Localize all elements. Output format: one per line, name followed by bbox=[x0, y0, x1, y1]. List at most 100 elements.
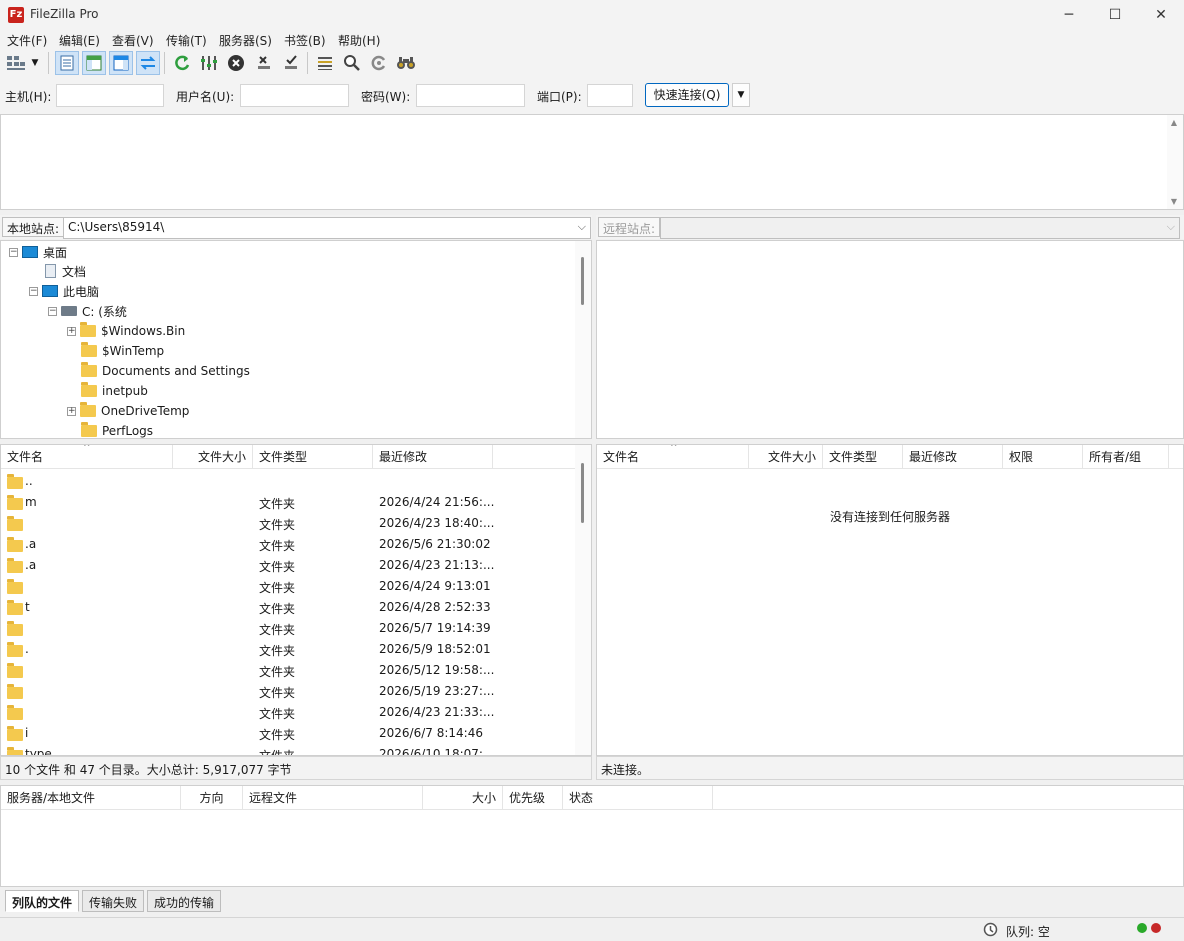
table-row[interactable]: type 文件夹 2026/6/10 18:07:... bbox=[1, 744, 576, 755]
table-row[interactable]: 文件夹 2026/5/19 23:27:... bbox=[1, 681, 576, 702]
local-file-list[interactable]: 文件名 ^ 文件大小 文件类型 最近修改 .. m 文件夹 2026/4/24 21:… bbox=[0, 444, 592, 756]
column-server-local-file[interactable]: 服务器/本地文件 bbox=[1, 786, 181, 810]
quickconnect-button[interactable]: 快速连接(Q) bbox=[645, 83, 729, 107]
reconnect-icon[interactable] bbox=[279, 51, 303, 75]
tree-item-folder[interactable]: inetpub bbox=[81, 381, 148, 401]
scroll-down-icon[interactable]: ▼ bbox=[1167, 197, 1181, 206]
menu-transfer[interactable]: 传输(T) bbox=[166, 32, 207, 49]
tree-item-documents[interactable]: 文档 bbox=[43, 261, 86, 281]
column-modified[interactable]: 最近修改 bbox=[903, 445, 1003, 469]
file-type: 文件夹 bbox=[259, 539, 296, 553]
local-tree-scrollbar[interactable] bbox=[575, 241, 591, 438]
folder-icon bbox=[80, 402, 96, 417]
table-row[interactable]: 文件夹 2026/4/23 18:40:... bbox=[1, 513, 576, 534]
path-dropdown-icon[interactable]: ⌵ bbox=[578, 220, 586, 234]
quickconnect-history-dropdown-icon[interactable]: ▼ bbox=[732, 83, 750, 107]
message-log-scrollbar[interactable]: ▲ ▼ bbox=[1167, 115, 1183, 209]
table-row[interactable]: 文件夹 2026/4/24 9:13:01 bbox=[1, 576, 576, 597]
port-input[interactable] bbox=[587, 84, 633, 107]
tab-successful-transfers[interactable]: 成功的传输 bbox=[147, 890, 222, 912]
scroll-thumb[interactable] bbox=[581, 257, 584, 305]
table-row[interactable]: 文件夹 2026/5/7 19:14:39 bbox=[1, 618, 576, 639]
tree-item-this-pc[interactable]: − 此电脑 bbox=[29, 281, 99, 301]
tree-item-drive-c[interactable]: − C: (系统 bbox=[48, 301, 127, 321]
tree-item-label: Documents and Settings bbox=[102, 364, 250, 378]
column-size[interactable]: 大小 bbox=[423, 786, 503, 810]
column-filetype[interactable]: 文件类型 bbox=[823, 445, 903, 469]
column-filesize[interactable]: 文件大小 bbox=[749, 445, 823, 469]
menu-help[interactable]: 帮助(H) bbox=[338, 32, 380, 49]
column-status[interactable]: 状态 bbox=[563, 786, 713, 810]
remote-site-label: 远程站点: bbox=[598, 217, 661, 237]
site-manager-icon[interactable] bbox=[4, 51, 28, 75]
message-log[interactable]: ▲ ▼ bbox=[0, 114, 1184, 210]
tree-item-folder[interactable]: $WinTemp bbox=[81, 341, 164, 361]
filter-icon[interactable] bbox=[313, 51, 337, 75]
table-row[interactable]: i 文件夹 2026/6/7 8:14:46 bbox=[1, 723, 576, 744]
transfer-queue[interactable]: 服务器/本地文件 方向 远程文件 大小 优先级 状态 bbox=[0, 785, 1184, 887]
remote-file-list[interactable]: 文件名 ^ 文件大小 文件类型 最近修改 权限 所有者/组 没有连接到任何服务器 bbox=[596, 444, 1184, 756]
table-row[interactable]: . 文件夹 2026/5/9 18:52:01 bbox=[1, 639, 576, 660]
tree-item-desktop[interactable]: − 桌面 bbox=[9, 242, 67, 262]
refresh-icon[interactable] bbox=[170, 51, 194, 75]
process-queue-icon[interactable] bbox=[197, 51, 221, 75]
column-priority[interactable]: 优先级 bbox=[503, 786, 563, 810]
column-owner-group[interactable]: 所有者/组 bbox=[1083, 445, 1169, 469]
menu-edit[interactable]: 编辑(E) bbox=[59, 32, 100, 49]
tree-item-folder[interactable]: + $Windows.Bin bbox=[67, 321, 185, 341]
compare-icon[interactable] bbox=[340, 51, 364, 75]
menu-server[interactable]: 服务器(S) bbox=[219, 32, 272, 49]
expand-icon[interactable]: + bbox=[67, 406, 76, 416]
tree-item-folder[interactable]: Documents and Settings bbox=[81, 361, 250, 381]
menu-file[interactable]: 文件(F) bbox=[7, 32, 47, 49]
column-filetype[interactable]: 文件类型 bbox=[253, 445, 373, 469]
column-direction[interactable]: 方向 bbox=[181, 786, 243, 810]
menu-view[interactable]: 查看(V) bbox=[112, 32, 154, 49]
collapse-icon[interactable]: − bbox=[48, 306, 57, 316]
expand-icon[interactable]: + bbox=[67, 326, 76, 336]
toggle-log-icon[interactable] bbox=[55, 51, 79, 75]
tree-item-label: inetpub bbox=[102, 384, 148, 398]
cancel-icon[interactable] bbox=[224, 51, 248, 75]
local-path-input[interactable]: C:\Users\85914\ ⌵ bbox=[63, 217, 591, 239]
tree-item-folder[interactable]: PerfLogs bbox=[81, 421, 153, 438]
maximize-icon[interactable]: ☐ bbox=[1092, 0, 1138, 30]
close-icon[interactable]: ✕ bbox=[1138, 0, 1184, 30]
table-row[interactable]: .a 文件夹 2026/4/23 21:13:... bbox=[1, 555, 576, 576]
table-row[interactable]: 文件夹 2026/4/23 21:33:... bbox=[1, 702, 576, 723]
scroll-thumb[interactable] bbox=[581, 463, 584, 523]
tab-failed-transfers[interactable]: 传输失败 bbox=[82, 890, 145, 912]
toggle-local-tree-icon[interactable] bbox=[82, 51, 106, 75]
local-list-scrollbar[interactable] bbox=[575, 445, 591, 755]
column-modified[interactable]: 最近修改 bbox=[373, 445, 493, 469]
column-filesize[interactable]: 文件大小 bbox=[173, 445, 253, 469]
menu-bookmarks[interactable]: 书签(B) bbox=[284, 32, 326, 49]
collapse-icon[interactable]: − bbox=[29, 286, 38, 296]
sync-browse-icon[interactable] bbox=[367, 51, 391, 75]
host-input[interactable] bbox=[56, 84, 164, 107]
column-remote-file[interactable]: 远程文件 bbox=[243, 786, 423, 810]
folder-icon bbox=[7, 726, 23, 741]
toggle-remote-tree-icon[interactable] bbox=[109, 51, 133, 75]
table-row[interactable]: t 文件夹 2026/4/28 2:52:33 bbox=[1, 597, 576, 618]
collapse-icon[interactable]: − bbox=[9, 247, 18, 257]
password-input[interactable] bbox=[416, 84, 525, 107]
file-type: 文件夹 bbox=[259, 644, 296, 658]
table-row[interactable]: m 文件夹 2026/4/24 21:56:... bbox=[1, 492, 576, 513]
column-permissions[interactable]: 权限 bbox=[1003, 445, 1083, 469]
minimize-icon[interactable]: ─ bbox=[1046, 0, 1092, 30]
local-tree[interactable]: − 桌面 文档 − 此电脑 − C: (系统 + $Windows.Bin $W… bbox=[0, 240, 592, 439]
toggle-queue-icon[interactable] bbox=[136, 51, 160, 75]
table-row[interactable]: .a 文件夹 2026/5/6 21:30:02 bbox=[1, 534, 576, 555]
disconnect-icon[interactable] bbox=[252, 51, 276, 75]
remote-tree[interactable] bbox=[596, 240, 1184, 439]
table-row[interactable]: .. bbox=[1, 471, 576, 492]
dropdown-arrow-icon[interactable]: ▼ bbox=[28, 51, 42, 75]
tree-item-folder[interactable]: + OneDriveTemp bbox=[67, 401, 189, 421]
username-input[interactable] bbox=[240, 84, 349, 107]
table-row[interactable]: 文件夹 2026/5/12 19:58:... bbox=[1, 660, 576, 681]
file-name: .a bbox=[25, 558, 37, 572]
find-icon[interactable] bbox=[394, 51, 418, 75]
scroll-up-icon[interactable]: ▲ bbox=[1167, 118, 1181, 127]
tab-queued-files[interactable]: 列队的文件 bbox=[5, 890, 80, 912]
